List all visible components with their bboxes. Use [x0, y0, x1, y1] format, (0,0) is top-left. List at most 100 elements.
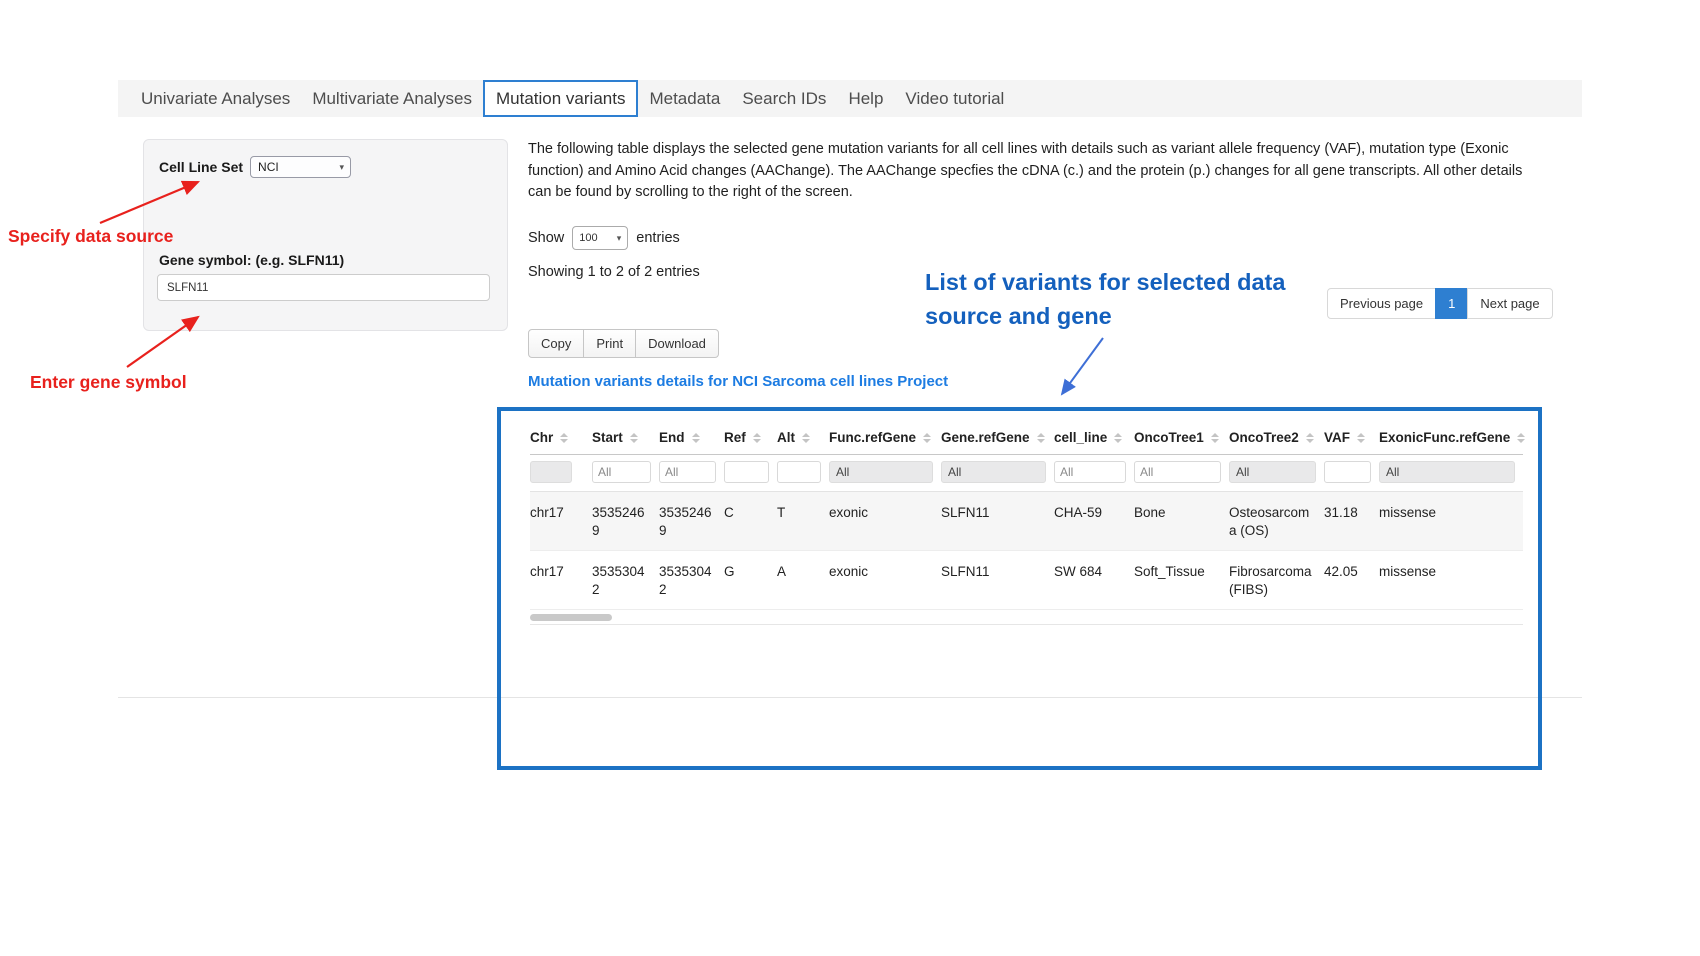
- sort-icon: [753, 433, 761, 443]
- col-header-func-refgene[interactable]: Func.refGene: [829, 421, 941, 455]
- cell-line-set-row: Cell Line Set NCI ▾: [159, 156, 351, 178]
- show-entries-control: Show 100 ▾ entries: [528, 226, 680, 250]
- filter-start[interactable]: [592, 461, 651, 483]
- variants-table-wrapper: Chr Start End Ref Alt Func.refGene Gene.…: [530, 421, 1523, 625]
- filter-chr[interactable]: [530, 461, 572, 483]
- col-header-start[interactable]: Start: [592, 421, 659, 455]
- col-header-exonicfunc-refgene[interactable]: ExonicFunc.refGene: [1379, 421, 1523, 455]
- cell-exonicfunc-refgene: missense: [1379, 551, 1523, 610]
- col-header-alt[interactable]: Alt: [777, 421, 829, 455]
- col-header-oncotree1[interactable]: OncoTree1: [1134, 421, 1229, 455]
- filter-exonicfunc-refgene[interactable]: All: [1379, 461, 1515, 483]
- cell-oncotree1: Bone: [1134, 492, 1229, 551]
- annotation-specify-data-source: Specify data source: [8, 226, 173, 247]
- table-row[interactable]: chr17 35352469 35352469 C T exonic SLFN1…: [530, 492, 1523, 551]
- filter-ref[interactable]: [724, 461, 769, 483]
- entries-count-value: 100: [579, 232, 597, 244]
- table-title-link[interactable]: Mutation variants details for NCI Sarcom…: [528, 373, 948, 390]
- cell-start: 35353042: [592, 551, 659, 610]
- cell-end: 35352469: [659, 492, 724, 551]
- col-label: Ref: [724, 430, 746, 445]
- sort-icon: [1306, 433, 1314, 443]
- sort-icon: [560, 433, 568, 443]
- cell-cell-line: CHA-59: [1054, 492, 1134, 551]
- filter-vaf[interactable]: [1324, 461, 1371, 483]
- filter-oncotree2[interactable]: All: [1229, 461, 1316, 483]
- copy-button[interactable]: Copy: [528, 329, 584, 358]
- download-button[interactable]: Download: [635, 329, 719, 358]
- col-label: OncoTree1: [1134, 430, 1204, 445]
- cell-line-set-select[interactable]: NCI ▾: [250, 156, 351, 178]
- next-page-button[interactable]: Next page: [1467, 288, 1552, 319]
- col-header-cell-line[interactable]: cell_line: [1054, 421, 1134, 455]
- pagination: Previous page 1 Next page: [1327, 288, 1553, 319]
- page-1-button[interactable]: 1: [1435, 288, 1468, 319]
- cell-alt: A: [777, 551, 829, 610]
- variants-table-highlight-box: Chr Start End Ref Alt Func.refGene Gene.…: [497, 407, 1542, 770]
- col-header-oncotree2[interactable]: OncoTree2: [1229, 421, 1324, 455]
- col-label: Gene.refGene: [941, 430, 1030, 445]
- filter-gene-refgene[interactable]: All: [941, 461, 1046, 483]
- table-row[interactable]: chr17 35353042 35353042 G A exonic SLFN1…: [530, 551, 1523, 610]
- table-header-row: Chr Start End Ref Alt Func.refGene Gene.…: [530, 421, 1523, 455]
- table-filter-row: All All All All: [530, 455, 1523, 492]
- annotation-enter-gene-symbol: Enter gene symbol: [30, 372, 187, 393]
- chevron-down-icon: ▾: [340, 163, 345, 172]
- col-header-ref[interactable]: Ref: [724, 421, 777, 455]
- sort-icon: [802, 433, 810, 443]
- cell-exonicfunc-refgene: missense: [1379, 492, 1523, 551]
- cell-alt: T: [777, 492, 829, 551]
- cell-gene-refgene: SLFN11: [941, 492, 1054, 551]
- previous-page-button[interactable]: Previous page: [1327, 288, 1436, 319]
- filter-end[interactable]: [659, 461, 716, 483]
- col-label: End: [659, 430, 685, 445]
- col-label: Chr: [530, 430, 553, 445]
- tab-help[interactable]: Help: [837, 80, 894, 117]
- tab-mutation-variants[interactable]: Mutation variants: [483, 80, 638, 117]
- col-header-gene-refgene[interactable]: Gene.refGene: [941, 421, 1054, 455]
- sort-icon: [1517, 433, 1525, 443]
- horizontal-scrollbar[interactable]: [530, 610, 1523, 625]
- cell-func-refgene: exonic: [829, 551, 941, 610]
- col-header-chr[interactable]: Chr: [530, 421, 592, 455]
- cell-vaf: 31.18: [1324, 492, 1379, 551]
- cell-oncotree2: Osteosarcoma (OS): [1229, 492, 1324, 551]
- sort-icon: [1037, 433, 1045, 443]
- tab-metadata[interactable]: Metadata: [638, 80, 731, 117]
- filter-oncotree1[interactable]: [1134, 461, 1221, 483]
- entries-label: entries: [636, 230, 680, 246]
- variants-table: Chr Start End Ref Alt Func.refGene Gene.…: [530, 421, 1523, 610]
- show-label: Show: [528, 230, 564, 246]
- gene-symbol-input[interactable]: [157, 274, 490, 301]
- cell-line-set-label: Cell Line Set: [159, 159, 243, 175]
- table-description: The following table displays the selecte…: [528, 139, 1525, 204]
- col-header-vaf[interactable]: VAF: [1324, 421, 1379, 455]
- filter-cell-line[interactable]: [1054, 461, 1126, 483]
- col-label: cell_line: [1054, 430, 1107, 445]
- filter-func-refgene[interactable]: All: [829, 461, 933, 483]
- print-button[interactable]: Print: [583, 329, 636, 358]
- filter-alt[interactable]: [777, 461, 821, 483]
- tab-multivariate-analyses[interactable]: Multivariate Analyses: [301, 80, 483, 117]
- col-label: Alt: [777, 430, 795, 445]
- sort-icon: [692, 433, 700, 443]
- input-panel: Cell Line Set NCI ▾ Gene symbol: (e.g. S…: [143, 139, 508, 331]
- cell-ref: C: [724, 492, 777, 551]
- cell-line-set-value: NCI: [258, 160, 279, 174]
- cell-func-refgene: exonic: [829, 492, 941, 551]
- blue-arrow-variants-table-icon: [1062, 338, 1103, 394]
- col-label: Start: [592, 430, 623, 445]
- col-label: VAF: [1324, 430, 1350, 445]
- sort-icon: [923, 433, 931, 443]
- cell-oncotree1: Soft_Tissue: [1134, 551, 1229, 610]
- tab-univariate-analyses[interactable]: Univariate Analyses: [130, 80, 301, 117]
- tab-video-tutorial[interactable]: Video tutorial: [894, 80, 1015, 117]
- tab-search-ids[interactable]: Search IDs: [731, 80, 837, 117]
- annotation-list-of-variants: List of variants for selected data sourc…: [925, 265, 1323, 333]
- entries-count-select[interactable]: 100 ▾: [572, 226, 628, 250]
- scrollbar-thumb[interactable]: [530, 614, 612, 621]
- cell-vaf: 42.05: [1324, 551, 1379, 610]
- col-header-end[interactable]: End: [659, 421, 724, 455]
- col-label: Func.refGene: [829, 430, 916, 445]
- cell-chr: chr17: [530, 492, 592, 551]
